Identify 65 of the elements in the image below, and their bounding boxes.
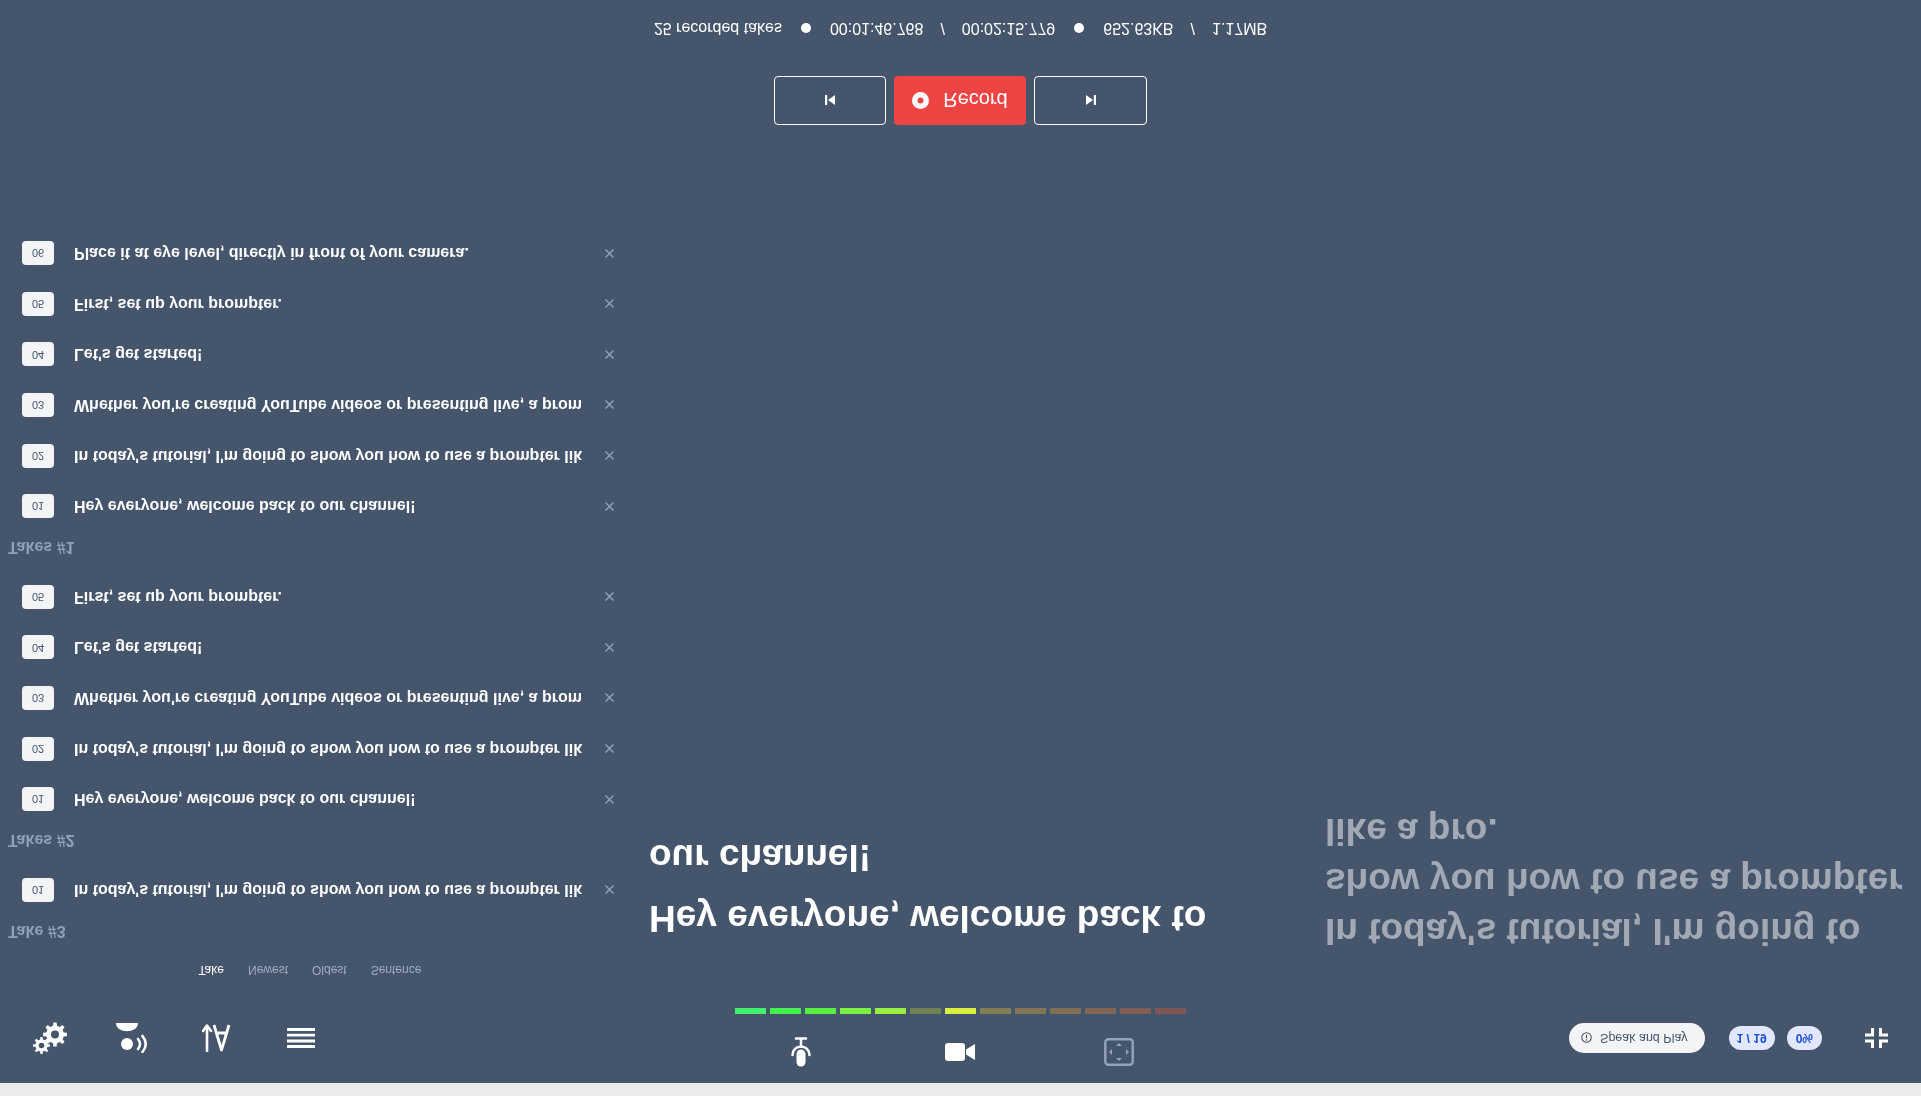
take-number: 05 — [22, 584, 54, 609]
frame-icon[interactable] — [1104, 1038, 1135, 1066]
stats-value: 25 recorded takes — [653, 19, 782, 39]
next-button[interactable] — [1034, 76, 1147, 125]
progress-percent: 0% — [1786, 1026, 1822, 1050]
take-group-title: Takes #2 — [8, 831, 75, 852]
record-button[interactable]: Record — [894, 76, 1026, 125]
close-icon[interactable] — [605, 744, 614, 753]
stats-value: 00:02:15.779 — [961, 19, 1056, 39]
take-text[interactable]: First, set up your prompter. — [74, 584, 283, 609]
arrow-letter-icon[interactable] — [202, 1024, 231, 1052]
previous-button[interactable] — [774, 76, 886, 125]
close-icon[interactable] — [605, 794, 614, 804]
take-number: 02 — [22, 443, 54, 468]
take-text[interactable]: In today's tutorial, I'm going to show you how to use a prompter lik — [74, 877, 583, 902]
sentence-counter: 1 / 19 — [1728, 1026, 1775, 1050]
close-icon[interactable] — [605, 248, 614, 258]
close-icon[interactable] — [605, 299, 614, 309]
close-icon[interactable] — [605, 349, 614, 359]
close-icon[interactable] — [605, 451, 614, 461]
take-number: 04 — [22, 342, 54, 367]
close-icon[interactable] — [605, 693, 614, 703]
close-icon[interactable] — [605, 592, 614, 602]
compress-icon[interactable] — [1865, 1028, 1888, 1048]
speak-and-play-button[interactable]: Speak and Play — [1569, 1023, 1705, 1053]
take-text[interactable]: In today's tutorial, I'm going to show you how to use a prompter lik — [74, 443, 583, 468]
take-text[interactable]: Hey everyone, welcome back to our channel! — [74, 494, 416, 519]
stats-separator: / — [940, 19, 945, 39]
take-group-title: Takes #1 — [8, 538, 75, 559]
take-number: 01 — [22, 494, 54, 519]
close-icon[interactable] — [605, 642, 614, 652]
stats-separator: / — [1190, 19, 1195, 39]
take-number: 04 — [22, 635, 54, 660]
take-number: 02 — [22, 736, 54, 761]
sort-tab[interactable]: Take — [198, 961, 224, 979]
take-text[interactable]: Whether you're creating YouTube videos or presenting live, a prom — [74, 392, 582, 417]
take-text[interactable]: Place it at eye level, directly in front of your camera. — [74, 241, 469, 266]
record-icon — [912, 92, 930, 109]
take-number: 05 — [22, 291, 54, 316]
stats-value: 00:01:46.768 — [829, 19, 924, 39]
take-text[interactable]: In today's tutorial, I'm going to show you how to use a prompter lik — [74, 736, 583, 761]
take-text[interactable]: Let's get started! — [74, 342, 203, 367]
take-text[interactable]: Hey everyone, welcome back to our channel! — [74, 787, 416, 812]
settings-icon[interactable] — [33, 1022, 67, 1054]
take-group-title: Take #3 — [8, 922, 66, 942]
skip-forward-icon — [1084, 94, 1097, 107]
stats-value: 1.17MB — [1212, 19, 1268, 39]
menu-icon[interactable] — [287, 1028, 315, 1048]
speaking-person-icon[interactable] — [116, 1023, 150, 1053]
stats-value: 652.63KB — [1103, 19, 1174, 39]
take-text[interactable]: First, set up your prompter. — [74, 291, 283, 316]
take-number: 03 — [22, 685, 54, 710]
take-text[interactable]: Whether you're creating YouTube videos or presenting live, a prom — [74, 685, 582, 710]
take-number: 01 — [22, 877, 54, 902]
video-camera-icon[interactable] — [945, 1042, 976, 1062]
take-text[interactable]: Let's get started! — [74, 635, 203, 660]
info-icon — [1581, 1032, 1593, 1044]
take-number: 01 — [22, 787, 54, 812]
close-icon[interactable] — [605, 885, 614, 895]
skip-back-icon — [824, 94, 836, 107]
take-number: 03 — [22, 392, 54, 417]
microphone-icon[interactable] — [790, 1037, 813, 1067]
take-number: 06 — [22, 241, 54, 266]
close-icon[interactable] — [605, 501, 614, 511]
close-icon[interactable] — [605, 400, 614, 410]
